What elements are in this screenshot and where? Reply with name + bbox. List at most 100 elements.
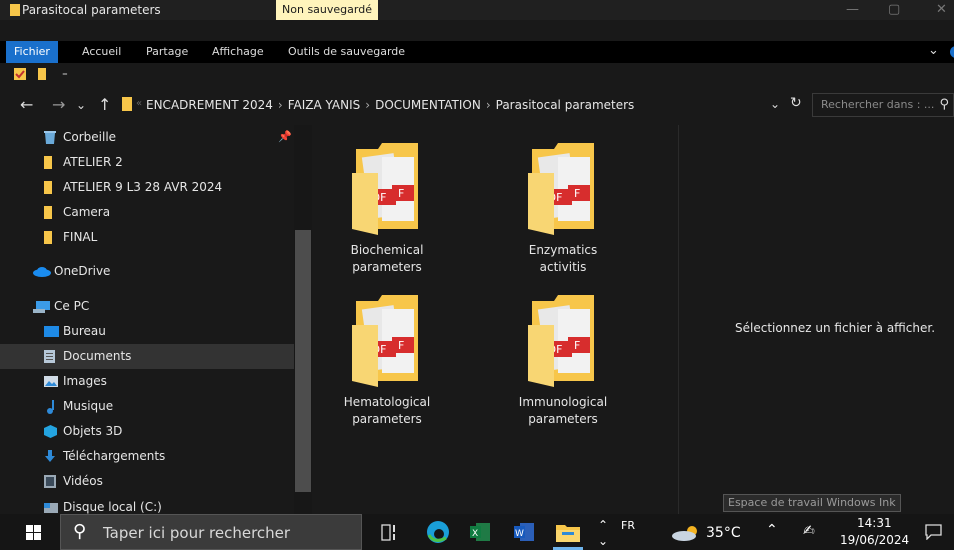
taskbar-search-input[interactable]: ⚲ Taper ici pour rechercher [60, 514, 362, 550]
up-icon[interactable]: ↑ [98, 95, 111, 114]
properties-icon[interactable] [14, 68, 26, 80]
windows-start-icon[interactable] [26, 525, 41, 540]
nav-item-ce-pc[interactable]: Ce PC [0, 294, 294, 319]
tab-affichage[interactable]: Affichage [212, 41, 264, 63]
breadcrumb: ENCADREMENT 2024 › FAIZA YANIS › DOCUMENTATI… [146, 98, 634, 112]
close-button[interactable]: ✕ [936, 2, 947, 17]
tab-outils-sauvegarde[interactable]: Outils de sauvegarde [288, 41, 405, 63]
nav-item-camera[interactable]: Camera [0, 200, 294, 225]
search-icon: ⚲ [939, 97, 949, 112]
search-placeholder: Rechercher dans : ... [821, 98, 935, 111]
nav-item-atelier-9[interactable]: ATELIER 9 L3 28 AVR 2024 [0, 175, 294, 200]
file-name-line: parameters [352, 260, 422, 274]
word-icon[interactable]: W [514, 523, 534, 541]
help-icon[interactable] [948, 46, 954, 58]
file-item-immunological[interactable]: PDF F Immunological parameters [498, 295, 628, 428]
windows-ink-icon[interactable]: ✍ [803, 523, 815, 539]
clock-date[interactable]: 19/06/2024 [840, 533, 909, 547]
new-folder-icon[interactable] [38, 68, 46, 80]
excel-icon[interactable]: X [470, 523, 490, 541]
images-icon [44, 376, 58, 387]
nav-item-musique[interactable]: Musique [0, 394, 294, 419]
task-view-icon[interactable] [381, 524, 399, 541]
file-name-line: parameters [352, 412, 422, 426]
unsaved-badge: Non sauvegardé [276, 0, 378, 20]
this-pc-icon [33, 301, 50, 313]
chevron-right-icon[interactable]: › [278, 98, 283, 112]
file-name-line: Enzymatics [528, 243, 598, 257]
recycle-bin-icon [44, 131, 56, 144]
breadcrumb-item[interactable]: FAIZA YANIS [288, 98, 361, 112]
nav-item-corbeille[interactable]: Corbeille [0, 125, 294, 150]
minimize-button[interactable]: — [846, 2, 859, 17]
search-icon: ⚲ [73, 521, 87, 542]
folder-icon [44, 156, 52, 169]
title-bar[interactable]: Parasitocal parameters Non sauvegardé — … [0, 0, 954, 20]
svg-text:W: W [515, 529, 524, 539]
edge-browser-icon[interactable] [426, 520, 450, 544]
3d-objects-icon [44, 425, 57, 438]
onedrive-icon [33, 267, 51, 277]
documents-icon [44, 350, 55, 363]
ribbon-tabs: Fichier Accueil Partage Affichage Outils… [0, 41, 954, 63]
svg-text:F: F [574, 339, 580, 352]
language-indicator[interactable]: FR [621, 519, 635, 532]
nav-item-documents[interactable]: Documents [0, 344, 294, 369]
folder-icon [122, 97, 132, 111]
tab-fichier[interactable]: Fichier [6, 41, 58, 63]
address-dropdown-icon[interactable]: ⌄ [770, 97, 780, 111]
ribbon-expand-icon[interactable]: ⌄ [928, 43, 939, 58]
breadcrumb-item[interactable]: Parasitocal parameters [496, 98, 635, 112]
svg-text:F: F [398, 187, 404, 200]
weather-icon[interactable] [672, 525, 702, 541]
window-title: Parasitocal parameters [22, 3, 161, 17]
file-list[interactable]: PDF F Biochemical parameters PDF F Enzym… [312, 125, 678, 514]
tab-accueil[interactable]: Accueil [82, 41, 121, 63]
file-explorer-icon[interactable] [556, 523, 580, 542]
folder-icon [44, 206, 52, 219]
pdf-folder-icon: PDF F [352, 295, 418, 387]
breadcrumb-item[interactable]: DOCUMENTATION [375, 98, 481, 112]
nav-item-videos[interactable]: Vidéos [0, 469, 294, 494]
drive-icon [44, 503, 58, 513]
forward-icon[interactable]: → [52, 95, 65, 114]
back-icon[interactable]: ← [20, 95, 33, 114]
breadcrumb-item[interactable]: ENCADREMENT 2024 [146, 98, 273, 112]
clock-time[interactable]: 14:31 [857, 516, 892, 530]
recent-locations-icon[interactable]: ⌄ [76, 98, 86, 112]
chevron-right-icon[interactable]: › [486, 98, 491, 112]
chevron-down-icon[interactable]: ⌄ [598, 534, 608, 548]
nav-item-telechargements[interactable]: Téléchargements [0, 444, 294, 469]
file-item-hematological[interactable]: PDF F Hematological parameters [322, 295, 452, 428]
pdf-folder-icon: PDF F [352, 143, 418, 235]
file-item-enzymatics[interactable]: PDF F Enzymatics activitis [498, 143, 628, 276]
nav-item-atelier-2[interactable]: ATELIER 2 [0, 150, 294, 175]
folder-icon [10, 4, 20, 16]
chevron-right-icon[interactable]: › [365, 98, 370, 112]
nav-item-onedrive[interactable]: OneDrive [0, 259, 294, 284]
path-overflow-icon[interactable]: « [136, 98, 142, 109]
nav-item-objets-3d[interactable]: Objets 3D [0, 419, 294, 444]
pdf-folder-icon: PDF F [528, 295, 594, 387]
nav-item-disque-local[interactable]: Disque local (C:) [0, 495, 294, 514]
taskbar: ⚲ Taper ici pour rechercher X W ⌃ ⌄ FR 3… [0, 514, 954, 550]
nav-item-images[interactable]: Images [0, 369, 294, 394]
folder-icon [44, 181, 52, 194]
preview-message: Sélectionnez un fichier à afficher. [735, 321, 936, 335]
maximize-button[interactable]: ▢ [888, 2, 900, 17]
nav-item-final[interactable]: FINAL [0, 225, 294, 250]
file-name-line: parameters [528, 412, 598, 426]
nav-scrollbar-thumb[interactable] [295, 230, 311, 492]
weather-temperature[interactable]: 35°C [706, 525, 741, 541]
file-item-biochemical[interactable]: PDF F Biochemical parameters [322, 143, 452, 276]
refresh-icon[interactable]: ↻ [790, 95, 802, 111]
nav-item-bureau[interactable]: Bureau [0, 319, 294, 344]
search-input[interactable]: Rechercher dans : ... ⚲ [812, 93, 954, 117]
tab-partage[interactable]: Partage [146, 41, 188, 63]
chevron-up-icon[interactable]: ⌃ [598, 518, 608, 532]
notifications-icon[interactable] [925, 524, 942, 540]
desktop-icon [44, 326, 59, 337]
navigation-pane[interactable]: Corbeille 📌 ˄ ATELIER 2 ATELIER 9 L3 28 … [0, 125, 312, 514]
hidden-icons-chevron-icon[interactable]: ⌃ [766, 522, 778, 538]
customize-toolbar-icon[interactable]: ₌ [62, 66, 68, 79]
